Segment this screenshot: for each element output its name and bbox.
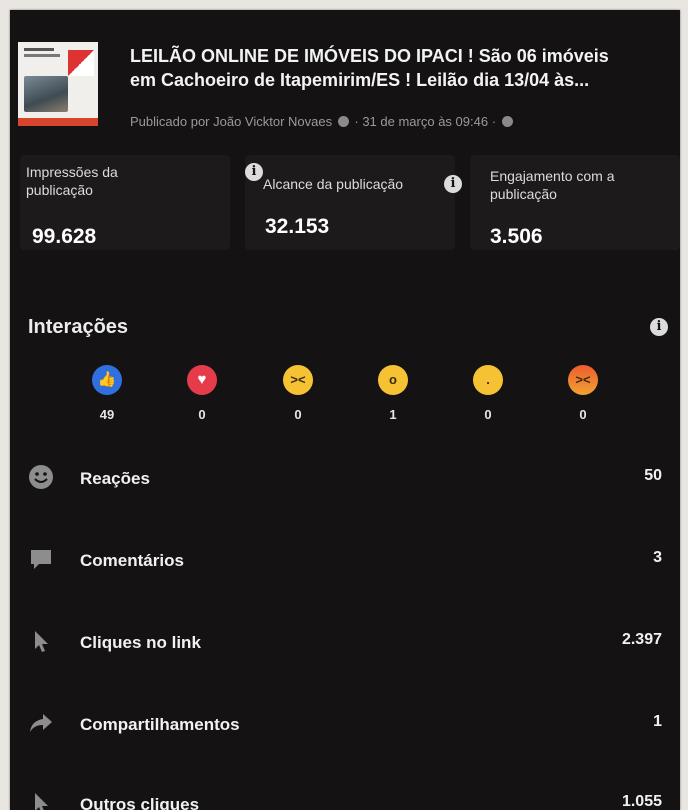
info-icon [337, 116, 349, 127]
love-icon: ♥ [187, 365, 217, 395]
cursor-icon [35, 631, 48, 652]
reaction-wow-count: 1 [389, 407, 397, 422]
metric-impressions: Impressões da publicação 99.628 [20, 155, 230, 250]
stat-value: 3 [653, 549, 662, 566]
metric-impressions-label: Impressões da publicação [26, 164, 118, 198]
reaction-sad[interactable]: . 0 [463, 365, 513, 422]
stat-row-comments: Comentários 3 [28, 544, 662, 578]
reaction-angry[interactable]: >< 0 [558, 365, 608, 422]
globe-icon [501, 116, 513, 127]
info-icon[interactable]: i [444, 175, 462, 193]
stat-label: Compartilhamentos [80, 715, 240, 734]
post-date[interactable]: 31 de março às 09:46 [362, 114, 488, 129]
angry-icon: >< [568, 365, 598, 395]
stat-row-other-clicks: Outros cliques 1.055 [28, 788, 662, 810]
thumbnail-logo [68, 50, 94, 76]
post-title[interactable]: LEILÃO ONLINE DE IMÓVEIS DO IPACI ! São … [130, 44, 670, 92]
metric-engagement: Engajamento com a publicação 3.506 [470, 155, 680, 250]
metric-impressions-value: 99.628 [32, 225, 97, 248]
metric-reach: i Alcance da publicação 32.153 [245, 155, 455, 250]
meta-separator: · [354, 114, 359, 129]
like-icon: 👍 [92, 365, 122, 395]
stat-value: 1.055 [621, 793, 662, 810]
metrics-row: Impressões da publicação 99.628 i Alcanc… [20, 155, 680, 250]
stat-label: Reações [80, 469, 150, 488]
meta-separator: · [491, 114, 497, 129]
stat-label: Comentários [80, 551, 184, 570]
thumbnail-footer-bar [18, 118, 98, 126]
post-header: LEILÃO ONLINE DE IMÓVEIS DO IPACI ! São … [18, 40, 670, 140]
comment-icon [31, 550, 51, 569]
thumbnail-text-line [24, 48, 54, 51]
stat-value: 50 [644, 467, 662, 484]
post-author[interactable]: Publicado por João Vicktor Novaes [130, 114, 332, 129]
metric-engagement-label: Engajamento com a publicação [490, 168, 615, 202]
reaction-haha[interactable]: >< 0 [273, 365, 323, 422]
metric-reach-value: 32.153 [265, 215, 330, 238]
metric-engagement-value: 3.506 [490, 225, 543, 248]
cursor-icon [35, 793, 48, 810]
stat-row-link-clicks: Cliques no link 2.397 [28, 626, 662, 660]
post-insights-panel: LEILÃO ONLINE DE IMÓVEIS DO IPACI ! São … [10, 10, 680, 810]
thumbnail-text-line [24, 54, 60, 57]
post-title-line-1: LEILÃO ONLINE DE IMÓVEIS DO IPACI ! São … [130, 46, 609, 66]
interactions-title: Interações [28, 316, 129, 338]
metric-reach-label: Alcance da publicação [263, 176, 404, 192]
post-thumbnail[interactable] [18, 42, 98, 126]
info-icon[interactable]: i [650, 318, 668, 336]
smiley-icon [29, 465, 53, 489]
stat-label: Outros cliques [80, 795, 200, 810]
haha-icon: >< [283, 365, 313, 395]
stat-value: 1 [653, 713, 662, 730]
reaction-angry-count: 0 [579, 407, 587, 422]
stat-row-shares: Compartilhamentos 1 [28, 708, 662, 742]
stat-label: Cliques no link [80, 633, 201, 652]
thumbnail-photo [24, 76, 68, 112]
post-meta: Publicado por João Vicktor Novaes · 31 d… [130, 114, 515, 129]
reaction-wow[interactable]: o 1 [368, 365, 418, 422]
stat-row-reactions: Reações 50 [28, 462, 662, 496]
reaction-love[interactable]: ♥ 0 [177, 365, 227, 422]
reaction-haha-count: 0 [294, 407, 302, 422]
reactions-row: 👍 49 ♥ 0 >< 0 o 1 . 0 >< 0 [70, 365, 630, 435]
info-icon[interactable]: i [245, 163, 263, 181]
wow-icon: o [378, 365, 408, 395]
post-title-line-2: em Cachoeiro de Itapemirim/ES ! Leilão d… [130, 70, 590, 90]
reaction-sad-count: 0 [484, 407, 492, 422]
reaction-love-count: 0 [198, 407, 206, 422]
share-icon [30, 714, 52, 732]
reaction-like-count: 49 [99, 407, 115, 422]
stat-value: 2.397 [621, 631, 662, 648]
reaction-like[interactable]: 👍 49 [82, 365, 132, 422]
sad-icon: . [473, 365, 503, 395]
